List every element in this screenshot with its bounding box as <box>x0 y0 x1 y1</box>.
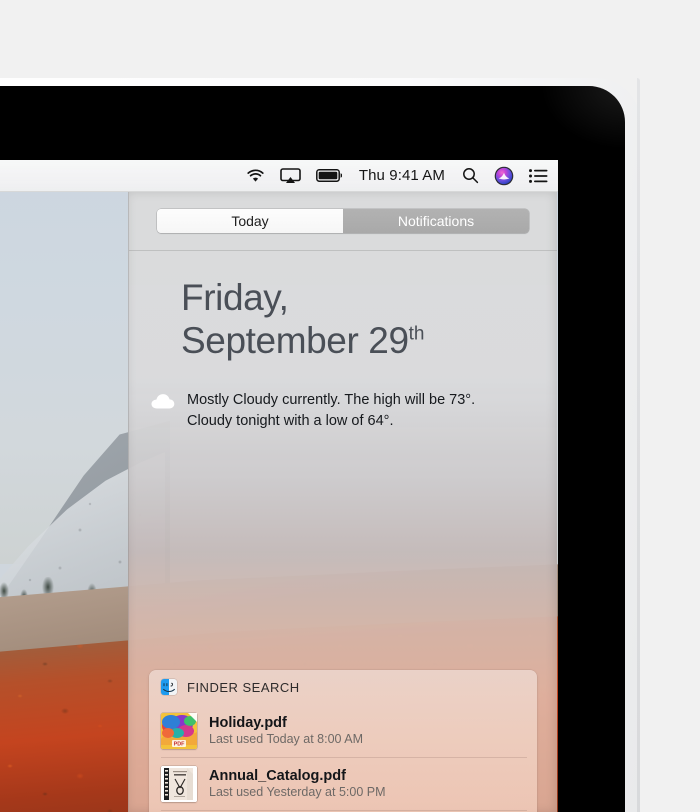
finder-search-results-list: PDF Holiday.pdf Last used Today at 8:00 … <box>149 704 537 812</box>
screenshot-stage: Thu 9:41 AM Today Notifications Friday, … <box>0 0 700 812</box>
result-file-name: Annual_Catalog.pdf <box>209 768 346 784</box>
weather-forecast-text: Mostly Cloudy currently. The high will b… <box>187 390 475 432</box>
pdf-catalog-thumbnail <box>161 765 197 802</box>
battery-icon[interactable] <box>315 160 342 192</box>
tab-notifications[interactable]: Notifications <box>343 209 529 233</box>
today-view-body: Friday, September 29th Mostly Cloudy cur… <box>129 251 557 432</box>
weather-widget[interactable]: Mostly Cloudy currently. The high will b… <box>129 362 557 432</box>
siri-icon[interactable] <box>494 160 514 192</box>
menubar-clock[interactable]: Thu 9:41 AM <box>357 160 447 192</box>
tab-today[interactable]: Today <box>157 209 343 233</box>
weather-line-2: Cloudy tonight with a low of 64°. <box>187 412 394 429</box>
result-file-detail: Last used Yesterday at 5:00 PM <box>209 785 386 799</box>
wifi-icon[interactable] <box>246 160 265 192</box>
table-row[interactable]: Annual_Catalog.pdf Last used Yesterday a… <box>149 757 537 810</box>
spotlight-search-icon[interactable] <box>462 160 479 192</box>
svg-text:PDF: PDF <box>174 741 185 747</box>
today-date-heading: Friday, September 29th <box>129 251 557 362</box>
finder-search-widget-header: FINDER SEARCH <box>149 670 537 704</box>
finder-search-widget: FINDER SEARCH PDF Holiday.pdf Last used … <box>149 670 537 812</box>
table-row[interactable]: PDF Holiday.pdf Last used Today at 8:00 … <box>149 704 537 757</box>
weather-line-1: Mostly Cloudy currently. The high will b… <box>187 391 476 408</box>
date-monthday: September 29th <box>181 320 557 361</box>
result-text-block: Holiday.pdf Last used Today at 8:00 AM <box>209 715 363 746</box>
cloud-icon <box>151 393 175 415</box>
finder-search-widget-title: FINDER SEARCH <box>187 679 300 695</box>
today-notifications-segmented-control[interactable]: Today Notifications <box>157 209 529 233</box>
date-month-day-text: September 29 <box>181 320 409 362</box>
finder-icon <box>161 679 177 695</box>
result-text-block: Annual_Catalog.pdf Last used Yesterday a… <box>209 768 386 799</box>
airplay-icon[interactable] <box>280 160 301 192</box>
date-weekday: Friday, <box>181 277 289 318</box>
menu-bar: Thu 9:41 AM <box>0 160 558 192</box>
result-file-detail: Last used Today at 8:00 AM <box>209 732 364 746</box>
laptop-screen: Thu 9:41 AM Today Notifications Friday, … <box>0 160 558 812</box>
pdf-artwork-thumbnail: PDF <box>161 712 197 749</box>
notification-center-tabbar: Today Notifications <box>129 192 557 251</box>
result-file-name: Holiday.pdf <box>209 715 287 731</box>
notification-center-panel: Today Notifications Friday, September 29… <box>128 192 557 812</box>
page-fold-corner <box>188 712 197 722</box>
notification-center-icon[interactable] <box>529 160 548 192</box>
date-ordinal-suffix: th <box>408 324 425 346</box>
